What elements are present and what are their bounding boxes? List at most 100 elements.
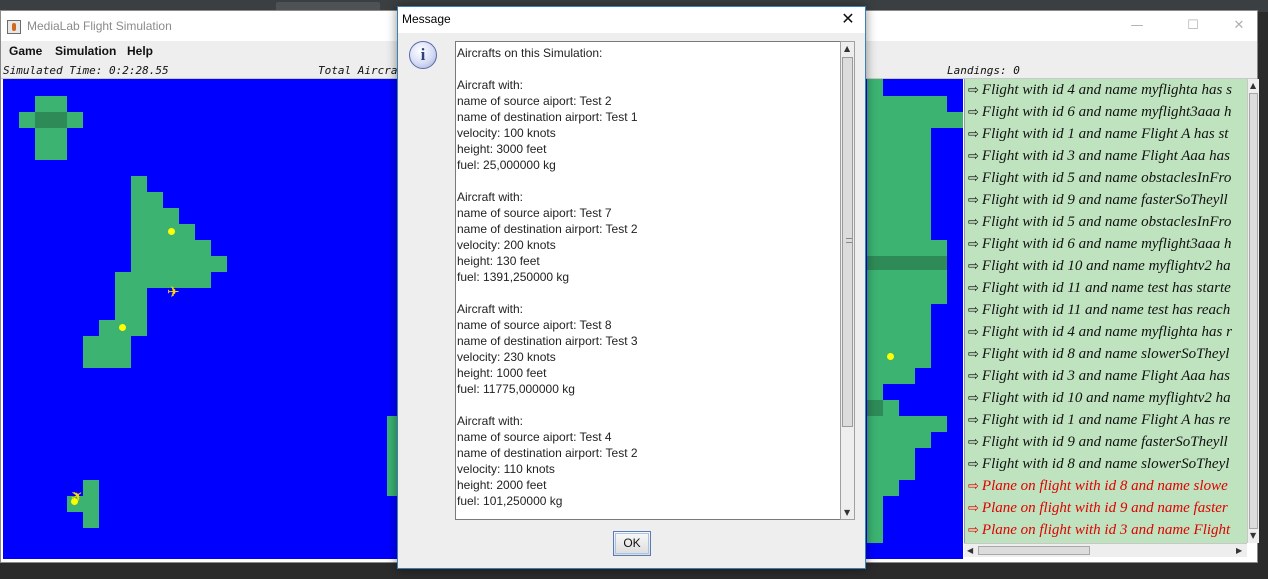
land-tile xyxy=(883,480,899,496)
arrow-right-icon: ⇨ xyxy=(968,83,979,98)
scroll-down-arrow-icon[interactable]: ▼ xyxy=(1250,531,1256,541)
land-tile xyxy=(883,448,915,480)
land-tile xyxy=(115,288,147,320)
log-vscroll-thumb[interactable] xyxy=(1249,93,1258,529)
log-entry: ⇨ Flight with id 10 and name myflightv2 h… xyxy=(965,387,1247,409)
land-tile xyxy=(131,176,147,272)
log-entry: ⇨ Flight with id 8 and name slowerSoTheyl xyxy=(965,453,1247,475)
log-entry-text: Flight with id 11 and name test has reac… xyxy=(981,302,1231,318)
log-entry: ⇨ Flight with id 10 and name myflightv2 h… xyxy=(965,255,1247,277)
log-hscroll-thumb[interactable] xyxy=(978,546,1090,555)
airport-marker[interactable] xyxy=(168,228,175,235)
log-entry: ⇨ Flight with id 4 and name myflighta has… xyxy=(965,79,1247,101)
log-entry-text: Flight with id 8 and name slowerSoTheyl xyxy=(981,456,1230,472)
log-entry-text: Flight with id 9 and name fasterSoTheyll xyxy=(981,434,1228,450)
simulated-time: Simulated Time: 0:2:28.55 xyxy=(3,64,169,77)
log-entry-text: Flight with id 6 and name myflight3aaa h xyxy=(981,236,1232,252)
arrow-right-icon: ⇨ xyxy=(968,105,979,120)
land-tile xyxy=(211,256,227,272)
land-tile xyxy=(883,416,947,432)
log-entry-text: Flight with id 1 and name Flight A has s… xyxy=(981,126,1229,142)
message-text: Aircrafts on this Simulation: Aircraft w… xyxy=(457,46,638,508)
arrow-right-icon: ⇨ xyxy=(968,193,979,208)
message-vertical-scrollbar[interactable]: ▲ ▼ xyxy=(840,41,855,520)
window-title: MediaLab Flight Simulation xyxy=(27,19,172,33)
arrow-right-icon: ⇨ xyxy=(968,391,979,406)
log-entry-text: Flight with id 10 and name myflightv2 ha xyxy=(981,258,1231,274)
land-tile xyxy=(883,112,963,128)
log-entry: ⇨ Flight with id 1 and name Flight A has … xyxy=(965,409,1247,431)
arrow-right-icon: ⇨ xyxy=(968,457,979,472)
log-horizontal-scrollbar[interactable]: ◀ ▶ xyxy=(964,543,1247,557)
close-button[interactable]: ✕ xyxy=(1229,17,1249,35)
plane-icon[interactable]: ✈ xyxy=(167,285,180,300)
log-entry: ⇨ Flight with id 3 and name Flight Aaa ha… xyxy=(965,145,1247,167)
log-entry: ⇨ Flight with id 5 and name obstaclesInFr… xyxy=(965,167,1247,189)
land-tile xyxy=(867,400,883,416)
menu-help[interactable]: Help xyxy=(127,44,153,58)
land-tile xyxy=(163,208,179,272)
log-entry: ⇨ Plane on flight with id 9 and name fast… xyxy=(965,497,1247,519)
log-entry-text: Flight with id 3 and name Flight Aaa has xyxy=(981,148,1230,164)
arrow-right-icon: ⇨ xyxy=(968,281,979,296)
scroll-grip-icon xyxy=(846,238,852,243)
log-entry-text: Flight with id 9 and name fasterSoTheyll xyxy=(981,192,1228,208)
message-vscroll-thumb[interactable] xyxy=(842,57,853,427)
java-app-icon xyxy=(7,20,21,34)
log-vertical-scrollbar[interactable]: ▲ ▼ xyxy=(1247,79,1259,543)
log-entry: ⇨ Plane on flight with id 8 and name slow… xyxy=(965,475,1247,497)
land-tile xyxy=(883,368,915,384)
arrow-right-icon: ⇨ xyxy=(968,325,979,340)
menu-simulation[interactable]: Simulation xyxy=(55,44,116,58)
arrow-right-icon: ⇨ xyxy=(968,259,979,274)
land-tile xyxy=(883,128,931,240)
total-aircraft: Total Aircra xyxy=(318,64,398,77)
arrow-right-icon: ⇨ xyxy=(968,523,979,538)
minimize-button[interactable]: — xyxy=(1127,17,1147,35)
log-entry-text: Plane on flight with id 3 and name Fligh… xyxy=(981,522,1231,538)
log-entry-text: Flight with id 10 and name myflightv2 ha xyxy=(981,390,1231,406)
log-entry-text: Flight with id 3 and name Flight Aaa has xyxy=(981,368,1230,384)
dialog-close-button[interactable]: ✕ xyxy=(837,9,859,29)
log-entry-text: Flight with id 4 and name myflighta has … xyxy=(981,82,1232,98)
maximize-button[interactable]: ☐ xyxy=(1183,17,1203,35)
airport-marker[interactable] xyxy=(119,324,126,331)
log-entry-text: Flight with id 6 and name myflight3aaa h xyxy=(981,104,1232,120)
land-tile xyxy=(867,79,883,543)
message-text-area[interactable]: Aircrafts on this Simulation: Aircraft w… xyxy=(455,41,841,520)
land-tile xyxy=(867,256,947,270)
landings-count: Landings: 0 xyxy=(947,64,1020,77)
log-entry: ⇨ Flight with id 1 and name Flight A has … xyxy=(965,123,1247,145)
arrow-right-icon: ⇨ xyxy=(968,149,979,164)
information-icon: i xyxy=(409,41,437,69)
dialog-title: Message xyxy=(402,12,451,26)
scroll-down-arrow-icon[interactable]: ▼ xyxy=(844,508,850,518)
airport-marker[interactable] xyxy=(887,353,894,360)
land-tile xyxy=(83,336,131,368)
arrow-right-icon: ⇨ xyxy=(968,369,979,384)
flight-log-panel: ⇨ Flight with id 4 and name myflighta has… xyxy=(964,79,1247,543)
log-entry-text: Flight with id 5 and name obstaclesInFro xyxy=(981,170,1232,186)
scroll-up-arrow-icon[interactable]: ▲ xyxy=(844,44,850,54)
arrow-right-icon: ⇨ xyxy=(968,413,979,428)
log-entry: ⇨ Flight with id 4 and name myflighta has… xyxy=(965,321,1247,343)
arrow-right-icon: ⇨ xyxy=(968,171,979,186)
scroll-right-arrow-icon[interactable]: ▶ xyxy=(1236,546,1242,556)
log-entry: ⇨ Flight with id 6 and name myflight3aaa … xyxy=(965,233,1247,255)
menu-game[interactable]: Game xyxy=(9,44,42,58)
log-entry-text: Flight with id 5 and name obstaclesInFro xyxy=(981,214,1232,230)
scroll-left-arrow-icon[interactable]: ◀ xyxy=(967,546,973,556)
arrow-right-icon: ⇨ xyxy=(968,237,979,252)
land-tile xyxy=(883,400,899,416)
land-tile xyxy=(83,480,99,528)
log-entry: ⇨ Flight with id 3 and name Flight Aaa ha… xyxy=(965,365,1247,387)
ok-button[interactable]: OK xyxy=(613,531,651,556)
arrow-right-icon: ⇨ xyxy=(968,435,979,450)
log-entry: ⇨ Plane on flight with id 3 and name Flig… xyxy=(965,519,1247,541)
log-entry: ⇨ Flight with id 9 and name fasterSoTheyl… xyxy=(965,431,1247,453)
scroll-up-arrow-icon[interactable]: ▲ xyxy=(1250,81,1256,91)
log-entry: ⇨ Flight with id 11 and name test has rea… xyxy=(965,299,1247,321)
land-tile xyxy=(883,432,931,448)
land-tile xyxy=(35,112,67,128)
arrow-right-icon: ⇨ xyxy=(968,215,979,230)
